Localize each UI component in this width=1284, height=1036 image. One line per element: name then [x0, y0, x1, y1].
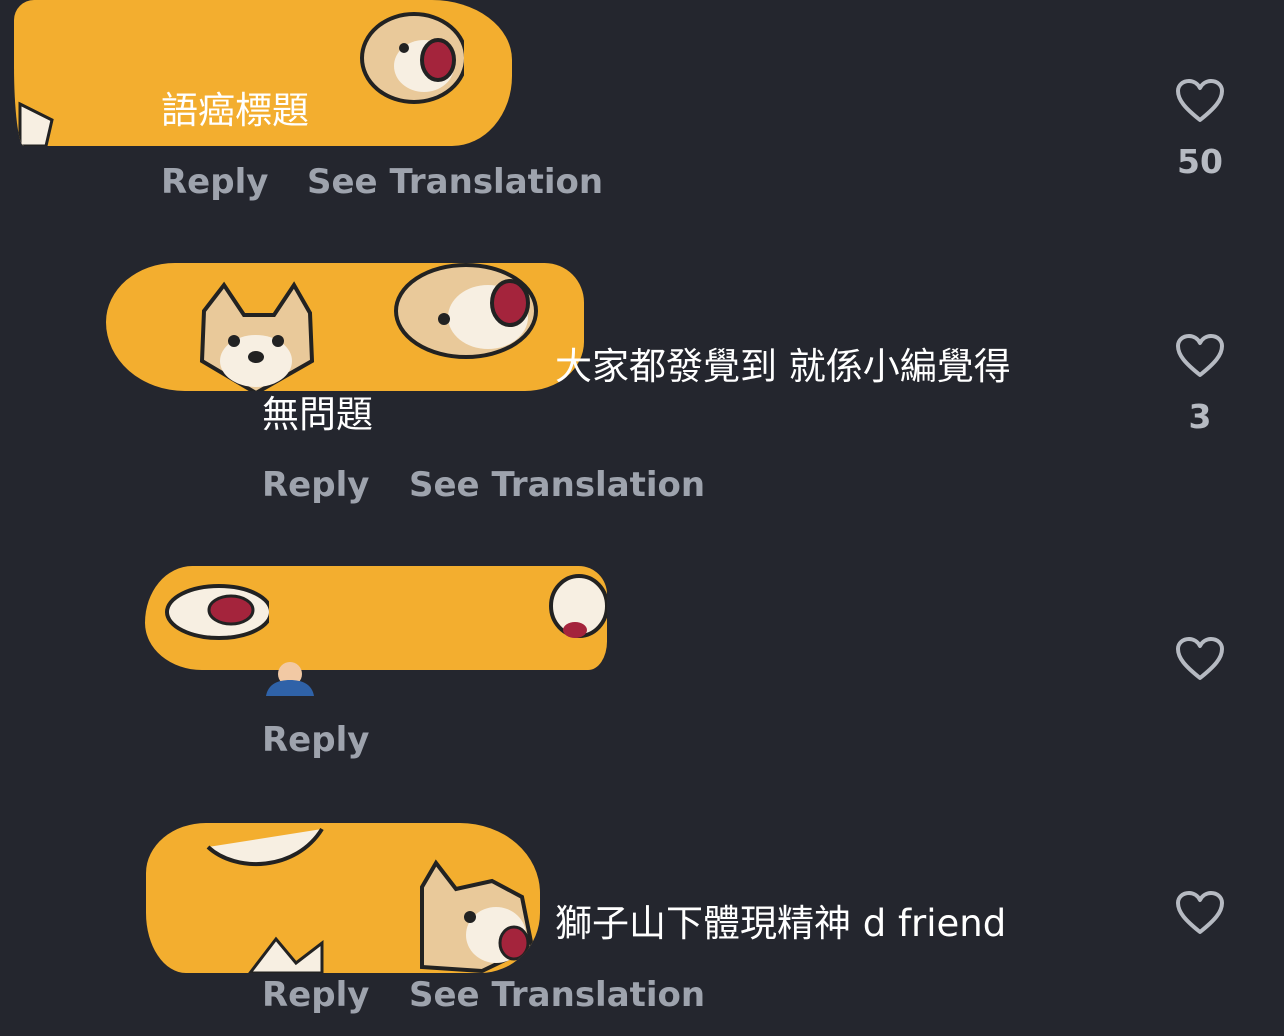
shiba-face-icon: [420, 859, 535, 973]
comment-1-reply-button[interactable]: Reply: [161, 162, 268, 202]
shiba-ear-icon: [18, 101, 54, 146]
comment-1-like-group: 50: [1160, 78, 1240, 180]
redaction-sticker-4: [146, 823, 540, 973]
heart-outline-icon[interactable]: [1175, 78, 1225, 124]
comment-4-reply-button[interactable]: Reply: [262, 975, 369, 1015]
shiba-ear-icon: [248, 936, 324, 973]
heart-outline-icon[interactable]: [1175, 890, 1225, 936]
heart-outline-icon[interactable]: [1175, 636, 1225, 682]
comment-3-like-group: [1160, 636, 1240, 682]
comment-1-see-translation-button[interactable]: See Translation: [307, 162, 603, 202]
comment-2-text-line-1: 大家都發覺到 就係小編覺得: [555, 345, 1011, 388]
comment-2-like-group: 3: [1160, 333, 1240, 435]
person-avatar-icon: [266, 662, 314, 696]
shiba-face-icon: [199, 281, 315, 391]
comment-4-like-group: [1160, 890, 1240, 936]
comments-screen: 語癌標題 Reply See Translation 50 大家都發覺到 就係小…: [0, 0, 1284, 1036]
comment-4-see-translation-button[interactable]: See Translation: [409, 975, 705, 1015]
shiba-face-icon: [165, 584, 269, 640]
comment-2-reply-button[interactable]: Reply: [262, 465, 369, 505]
heart-outline-icon[interactable]: [1175, 333, 1225, 379]
comment-2-see-translation-button[interactable]: See Translation: [409, 465, 705, 505]
comment-1-like-count: 50: [1177, 142, 1223, 181]
redaction-sticker-2: [106, 263, 584, 391]
shiba-face-icon: [206, 827, 324, 866]
shiba-face-icon: [549, 574, 607, 638]
comment-2-text-line-2: 無問題: [262, 393, 373, 436]
shiba-face-icon: [394, 263, 538, 359]
comment-2-like-count: 3: [1188, 397, 1212, 436]
comment-4-text: 獅子山下體現精神 d friend: [555, 902, 1007, 945]
shiba-face-icon: [360, 12, 464, 104]
comment-3-reply-button[interactable]: Reply: [262, 720, 369, 760]
redaction-sticker-3: [145, 566, 607, 670]
comment-1-text: 語癌標題: [161, 89, 309, 132]
